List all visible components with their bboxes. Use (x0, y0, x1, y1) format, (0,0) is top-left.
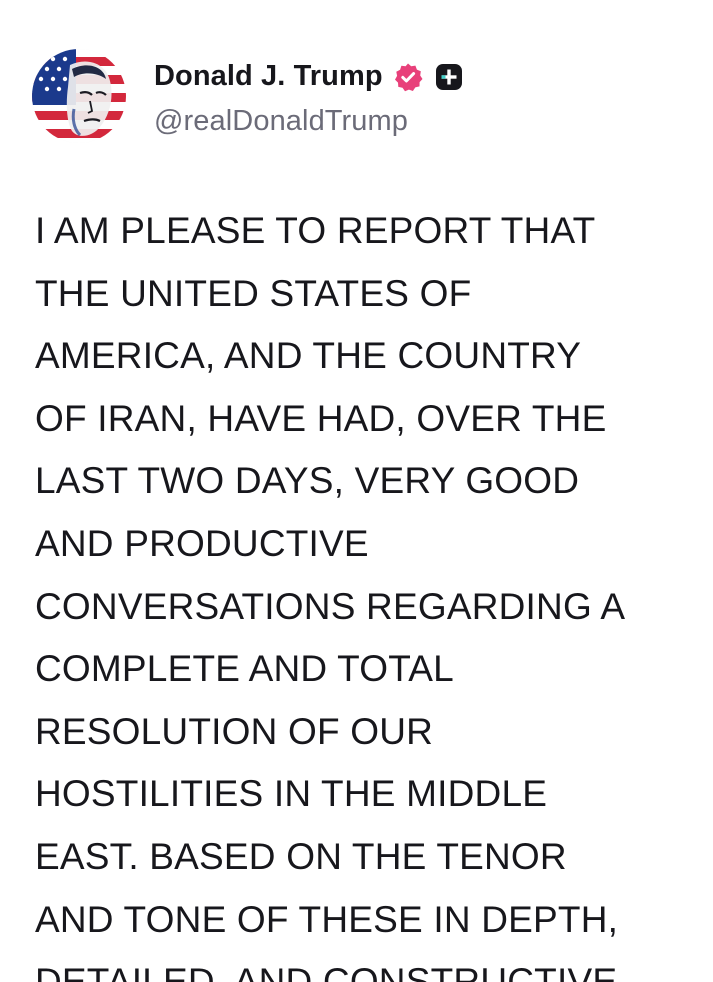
post-text-line: THE UNITED STATES OF (35, 272, 472, 314)
avatar[interactable] (32, 49, 126, 143)
post-text-line: AND TONE OF THESE IN DEPTH, (35, 898, 619, 940)
post-body: I AM PLEASE TO REPORT THAT THE UNITED ST… (35, 200, 685, 982)
post-text-line: LAST TWO DAYS, VERY GOOD (35, 460, 580, 502)
post-text-line: AND PRODUCTIVE (35, 522, 369, 564)
author-info: Donald J. Trump @realDonaldTrump (154, 55, 463, 138)
post-text-line: COMPLETE AND TOTAL (35, 648, 454, 690)
post-header: Donald J. Trump @realDonaldTrump (32, 46, 463, 146)
verified-badge-icon (393, 62, 423, 92)
post-text-line: AMERICA, AND THE COUNTRY (35, 335, 582, 377)
post-text-line: CONVERSATIONS REGARDING A (35, 585, 626, 627)
author-name-row: Donald J. Trump (154, 55, 463, 99)
author-handle[interactable]: @realDonaldTrump (154, 105, 463, 138)
post-text-line: I AM PLEASE TO REPORT THAT (35, 210, 596, 251)
plus-badge-icon (435, 63, 463, 91)
author-display-name[interactable]: Donald J. Trump (154, 60, 383, 93)
post-text-line: EAST. BASED ON THE TENOR (35, 835, 567, 877)
post-text-line: RESOLUTION OF OUR (35, 710, 434, 752)
post-card: Donald J. Trump @realDonaldTrump I AM PL… (0, 0, 713, 982)
avatar-flag-portrait-icon (32, 49, 126, 143)
post-text-line: OF IRAN, HAVE HAD, OVER THE (35, 397, 607, 439)
post-text-line: HOSTILITIES IN THE MIDDLE (35, 773, 548, 815)
post-text-line: DETAILED, AND CONSTRUCTIVE (35, 961, 618, 982)
